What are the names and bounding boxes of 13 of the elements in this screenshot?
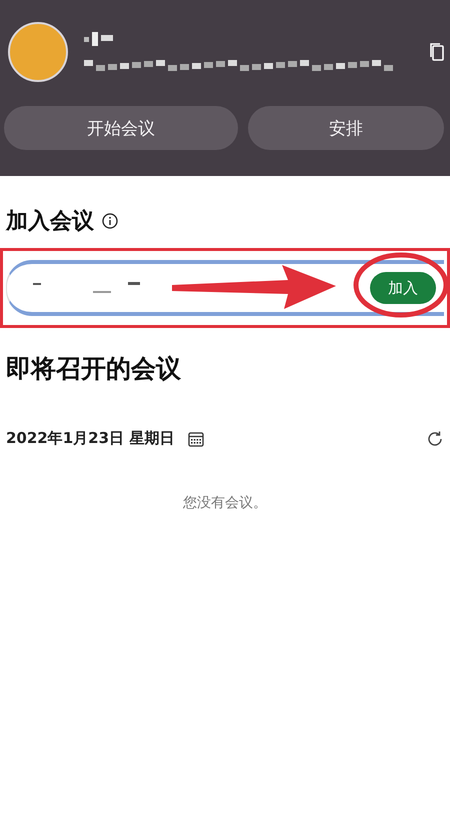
blurred-name-drawing [84,32,114,46]
refresh-icon[interactable] [426,430,444,448]
arrow-icon [170,263,338,311]
header-button[interactable]: 开始会议 [4,106,238,150]
info-icon[interactable] [102,213,118,229]
calendar-icon[interactable] [188,430,204,446]
header-button[interactable]: 安排 [248,106,444,150]
date-label: 2022年1月23日 星期日 [6,429,174,448]
empty-message: 您没有会议。 [182,494,268,512]
section-title: 即将召开的会议 [5,353,182,385]
copy-icon[interactable] [430,43,444,61]
join-button[interactable]: 加入 [370,272,436,304]
section-title: 加入会议 [6,208,94,236]
